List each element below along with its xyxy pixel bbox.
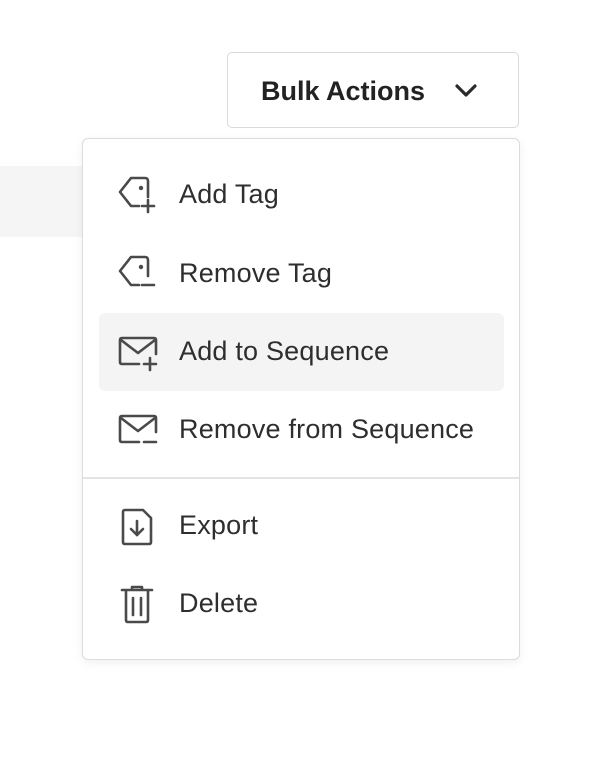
mail-remove-icon bbox=[117, 410, 159, 450]
file-download-icon bbox=[117, 506, 159, 546]
bulk-actions-label: Bulk Actions bbox=[261, 76, 426, 106]
menu-divider bbox=[83, 477, 519, 479]
menu-item-delete[interactable]: Delete bbox=[99, 565, 504, 643]
trash-icon bbox=[117, 584, 159, 624]
menu-item-add-to-sequence[interactable]: Add to Sequence bbox=[99, 313, 504, 391]
menu-item-label: Export bbox=[179, 510, 259, 540]
menu-item-label: Add Tag bbox=[179, 179, 279, 209]
chevron-down-icon bbox=[454, 82, 478, 100]
menu-item-add-tag[interactable]: Add Tag bbox=[99, 156, 504, 234]
menu-item-label: Remove Tag bbox=[179, 258, 333, 288]
page: Bulk Actions Add Tag Remove Tag Add to S… bbox=[0, 0, 590, 768]
menu-item-label: Add to Sequence bbox=[179, 336, 390, 366]
tag-add-icon bbox=[117, 175, 159, 215]
tag-remove-icon bbox=[117, 254, 159, 294]
mail-add-icon bbox=[117, 332, 159, 372]
bulk-actions-button[interactable]: Bulk Actions bbox=[227, 52, 519, 128]
bulk-actions-dropdown-menu: Add Tag Remove Tag Add to Sequence Remov… bbox=[82, 138, 520, 660]
menu-item-remove-tag[interactable]: Remove Tag bbox=[99, 235, 504, 313]
background-table-row[interactable] bbox=[0, 166, 90, 237]
menu-item-label: Remove from Sequence bbox=[179, 414, 475, 444]
menu-item-label: Delete bbox=[179, 588, 259, 618]
menu-item-export[interactable]: Export bbox=[99, 487, 504, 565]
menu-item-remove-from-sequence[interactable]: Remove from Sequence bbox=[99, 391, 504, 469]
